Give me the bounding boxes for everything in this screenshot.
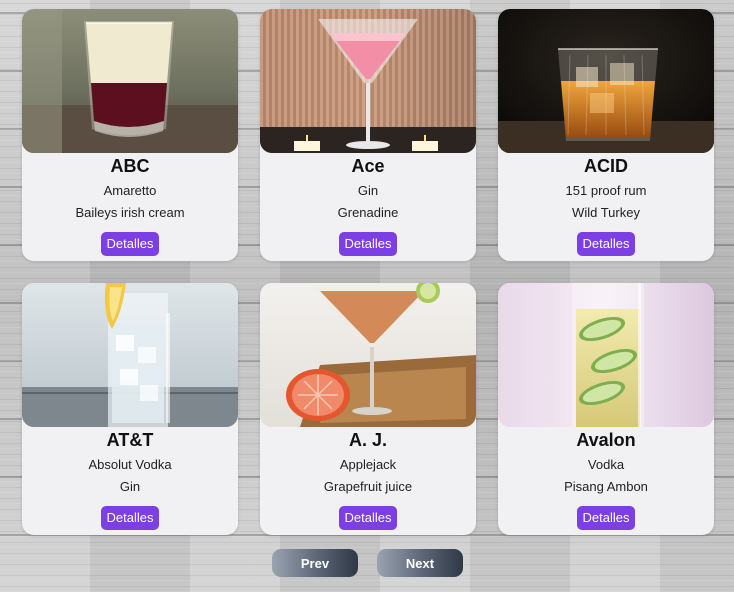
ingredient-1: Vodka xyxy=(587,457,625,472)
cocktail-name: AT&T xyxy=(106,430,154,450)
cocktail-name: Ace xyxy=(351,156,385,176)
cocktail-image xyxy=(498,283,714,427)
ingredient-2: Grenadine xyxy=(337,205,399,220)
details-button[interactable]: Detalles xyxy=(100,232,160,256)
cocktail-name: ABC xyxy=(110,156,150,176)
cocktail-card: Ace Gin Grenadine Detalles xyxy=(260,9,476,261)
ingredient-2: Wild Turkey xyxy=(572,205,640,220)
pagination: Prev Next xyxy=(272,549,463,577)
details-button[interactable]: Detalles xyxy=(338,506,398,530)
cocktail-image xyxy=(22,9,238,153)
whiskey-rocks-icon xyxy=(498,9,714,153)
ingredient-1: Amaretto xyxy=(103,183,157,198)
prev-button[interactable]: Prev xyxy=(272,549,358,577)
ingredient-1: 151 proof rum xyxy=(565,183,647,198)
martini-grapefruit-icon xyxy=(260,283,476,427)
martini-pink-icon xyxy=(260,9,476,153)
ingredient-2: Grapefruit juice xyxy=(323,479,413,494)
cocktail-name: A. J. xyxy=(348,430,387,450)
ingredient-2: Pisang Ambon xyxy=(564,479,648,494)
cocktail-image xyxy=(22,283,238,427)
ingredient-2: Gin xyxy=(119,479,141,494)
ingredient-1: Gin xyxy=(357,183,379,198)
cocktail-card: ABC Amaretto Baileys irish cream Detalle… xyxy=(22,9,238,261)
highball-lemon-icon xyxy=(22,283,238,427)
ingredient-1: Applejack xyxy=(339,457,397,472)
ingredient-1: Absolut Vodka xyxy=(88,457,172,472)
cocktail-card: Avalon Vodka Pisang Ambon Detalles xyxy=(498,283,714,535)
details-button[interactable]: Detalles xyxy=(100,506,160,530)
cocktail-image xyxy=(498,9,714,153)
highball-cucumber-icon xyxy=(498,283,714,427)
next-button[interactable]: Next xyxy=(377,549,463,577)
details-button[interactable]: Detalles xyxy=(576,232,636,256)
cocktail-image xyxy=(260,9,476,153)
cocktail-image xyxy=(260,283,476,427)
cocktail-grid: ABC Amaretto Baileys irish cream Detalle… xyxy=(22,9,714,535)
cocktail-card: AT&T Absolut Vodka Gin Detalles xyxy=(22,283,238,535)
shot-glass-layered-icon xyxy=(22,9,238,153)
cocktail-card: ACID 151 proof rum Wild Turkey Detalles xyxy=(498,9,714,261)
details-button[interactable]: Detalles xyxy=(576,506,636,530)
cocktail-name: Avalon xyxy=(576,430,636,450)
details-button[interactable]: Detalles xyxy=(338,232,398,256)
ingredient-2: Baileys irish cream xyxy=(75,205,185,220)
cocktail-name: ACID xyxy=(584,156,628,176)
cocktail-card: A. J. Applejack Grapefruit juice Detalle… xyxy=(260,283,476,535)
